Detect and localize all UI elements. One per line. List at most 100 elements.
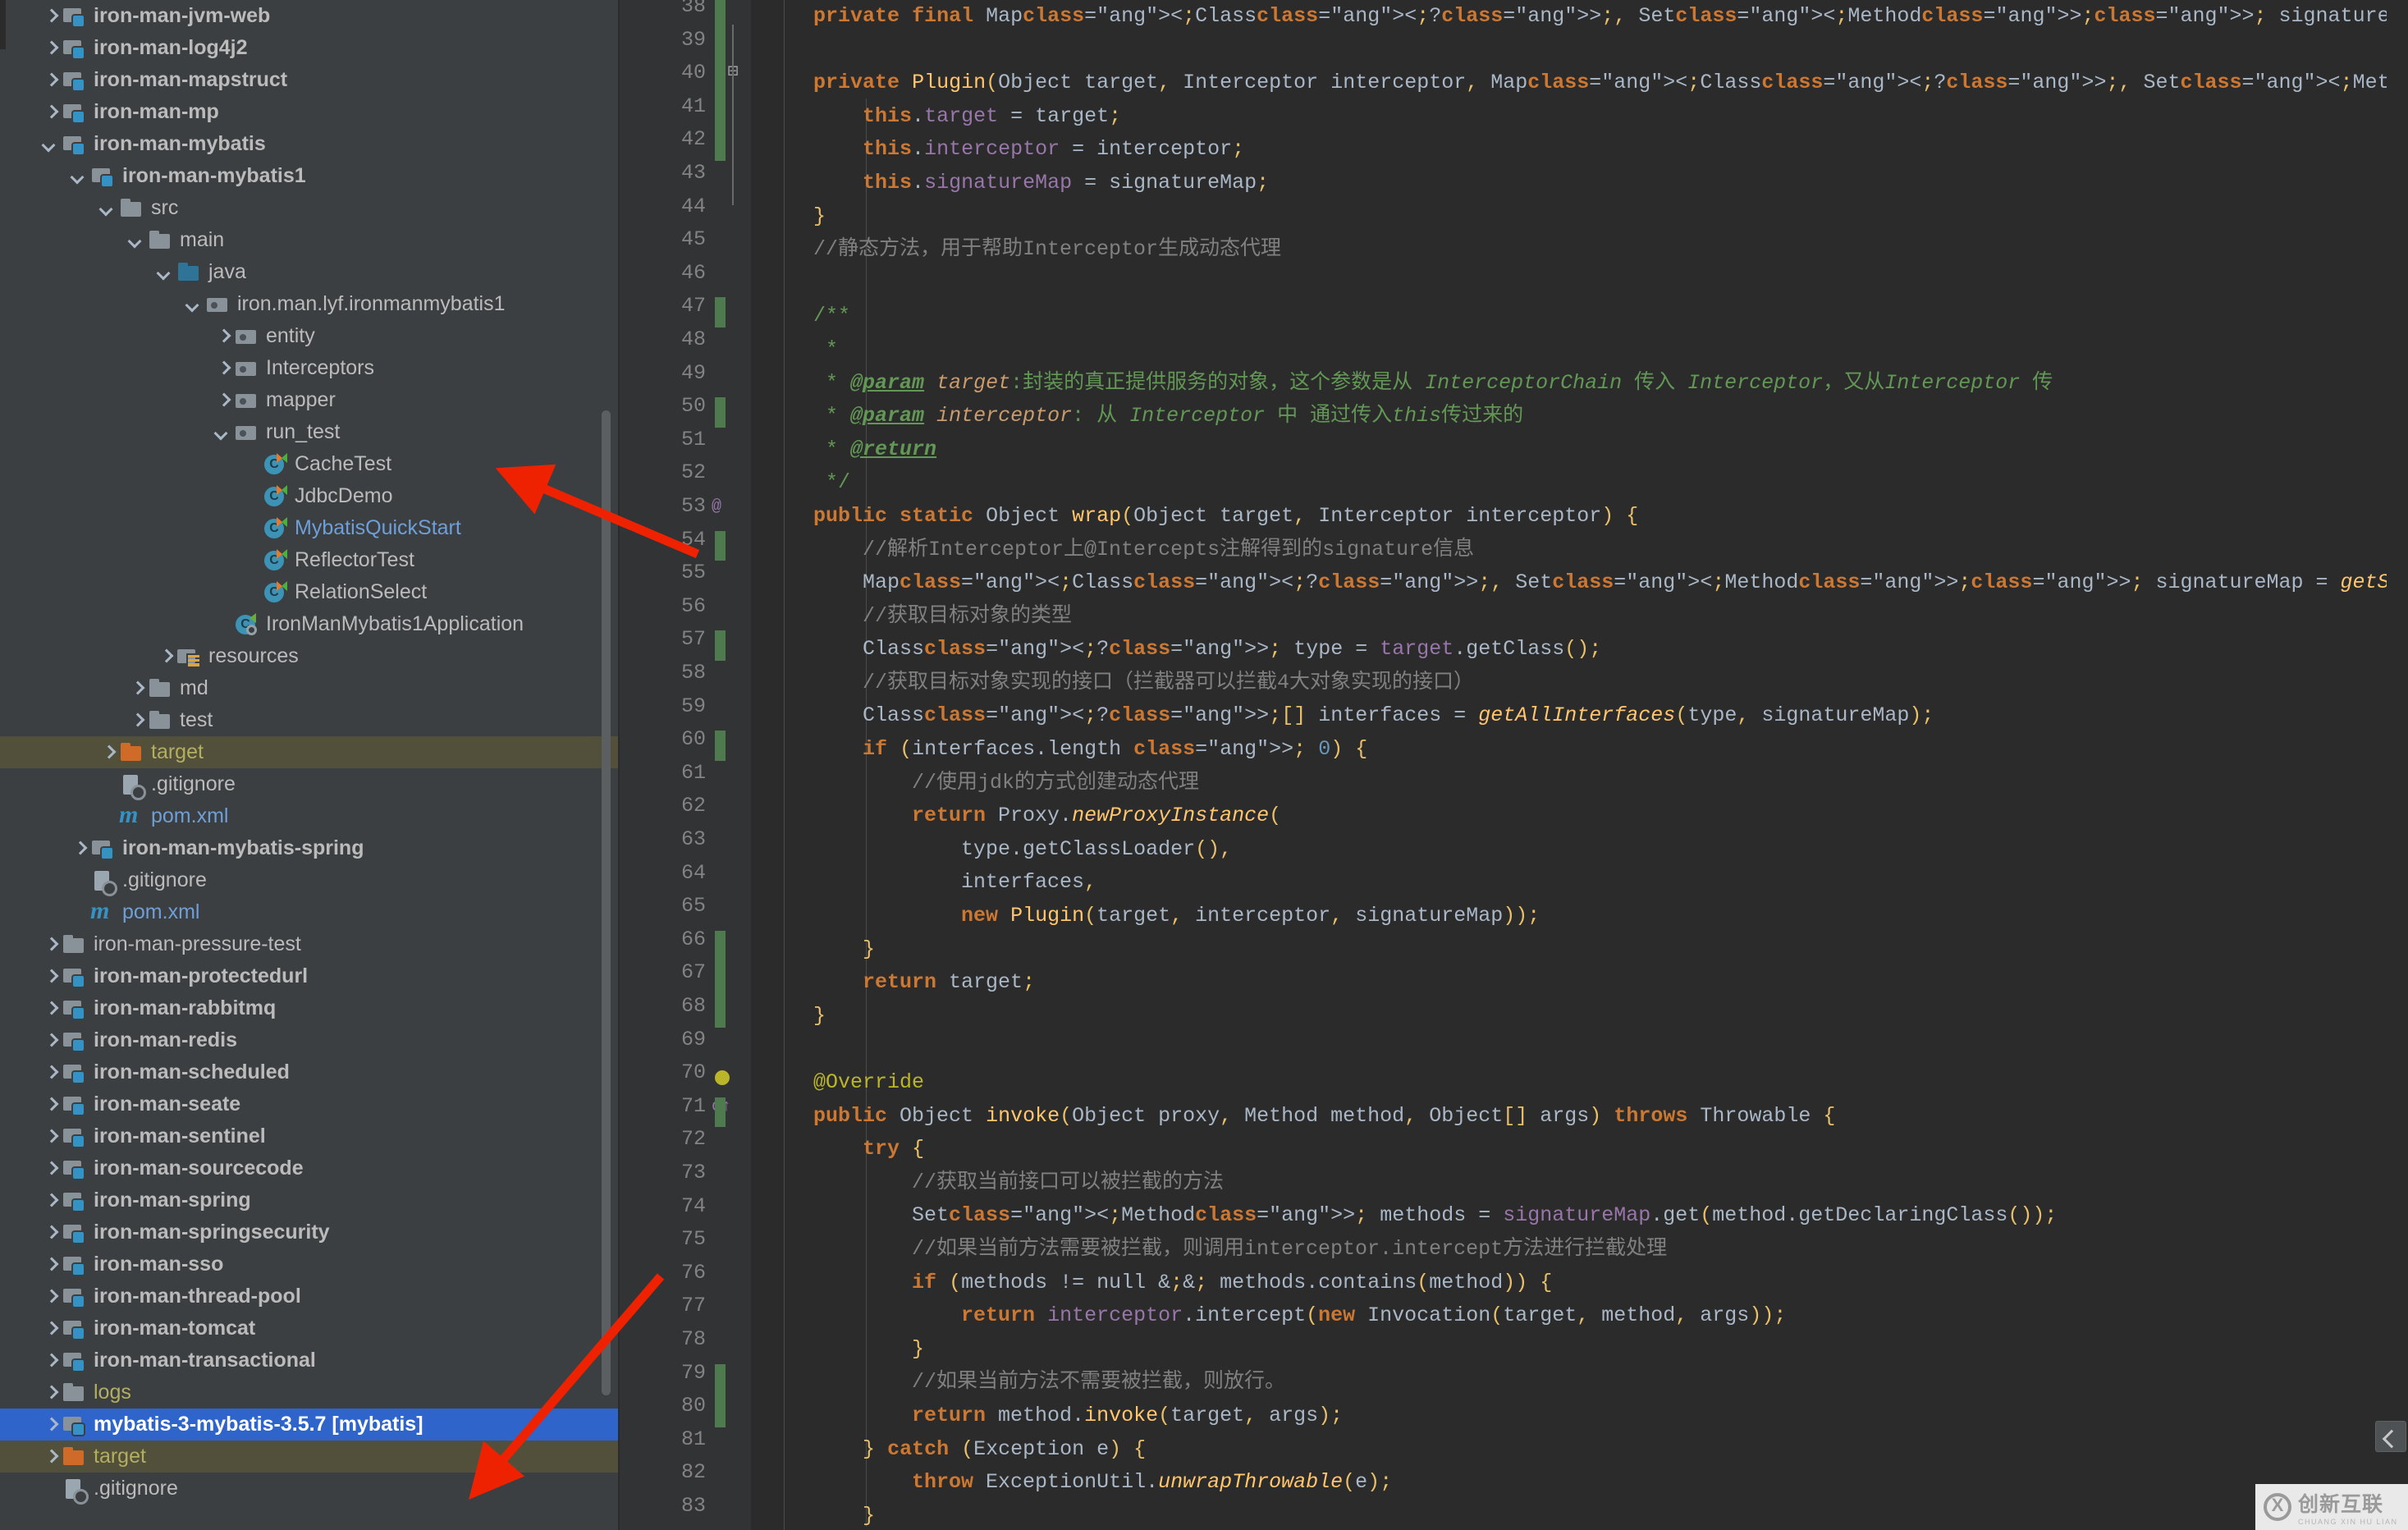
code-line[interactable]: public static Object wrap(Object target,… — [764, 500, 2408, 534]
intention-bulb-icon[interactable] — [715, 1070, 730, 1085]
expand-collapse-icon[interactable] — [2375, 1421, 2406, 1452]
chevron-right-icon[interactable] — [155, 646, 176, 667]
tree-item-target[interactable]: target — [0, 736, 618, 768]
chevron-right-icon[interactable] — [40, 1094, 62, 1115]
code-line[interactable]: /** — [764, 300, 2408, 333]
tree-item-iron-man-springsecurity[interactable]: iron-man-springsecurity — [0, 1216, 618, 1248]
code-line[interactable]: if (interfaces.length class="ang">>; 0) … — [764, 733, 2408, 767]
chevron-right-icon[interactable] — [40, 1350, 62, 1372]
code-line[interactable]: //解析Interceptor上@Intercepts注解得到的signatur… — [764, 534, 2408, 567]
code-line[interactable]: new Plugin(target, interceptor, signatur… — [764, 900, 2408, 933]
tree-item-gitignore[interactable]: .gitignore — [0, 1473, 618, 1505]
tree-item-test[interactable]: test — [0, 704, 618, 736]
code-line[interactable]: //如果当前方法需要被拦截，则调用interceptor.intercept方法… — [764, 1233, 2408, 1267]
chevron-right-icon[interactable] — [213, 358, 234, 379]
code-line[interactable]: } catch (Exception e) { — [764, 1433, 2408, 1467]
tree-item-logs[interactable]: logs — [0, 1377, 618, 1409]
chevron-down-icon[interactable] — [184, 294, 205, 315]
code-line[interactable]: return Proxy.newProxyInstance( — [764, 799, 2408, 833]
code-line[interactable]: public Object invoke(Object proxy, Metho… — [764, 1100, 2408, 1134]
chevron-right-icon[interactable] — [40, 934, 62, 955]
tree-item-pom-xml[interactable]: pom.xml — [0, 800, 618, 832]
chevron-right-icon[interactable] — [98, 742, 119, 763]
chevron-right-icon[interactable] — [40, 1222, 62, 1244]
chevron-right-icon[interactable] — [40, 966, 62, 987]
tree-item-reflectortest[interactable]: ReflectorTest — [0, 544, 618, 576]
code-line[interactable]: //如果当前方法不需要被拦截，则放行。 — [764, 1366, 2408, 1399]
chevron-down-icon[interactable] — [213, 422, 234, 443]
tree-item-iron-man-seate[interactable]: iron-man-seate — [0, 1088, 618, 1120]
source-code[interactable]: private final Mapclass="ang"><;Classclas… — [764, 0, 2408, 1530]
vcs-change-marker[interactable] — [715, 731, 726, 761]
code-line[interactable]: this.target = target; — [764, 100, 2408, 134]
code-line[interactable]: try { — [764, 1133, 2408, 1166]
tree-item-iron-man-log4j2[interactable]: iron-man-log4j2 — [0, 32, 618, 64]
project-tree[interactable]: iron-man-jvm-webiron-man-log4j2 iron-man-… — [0, 0, 618, 1505]
chevron-right-icon[interactable] — [40, 1190, 62, 1212]
tree-item-iron-man-mybatis[interactable]: iron-man-mybatis — [0, 128, 618, 160]
chevron-right-icon[interactable] — [40, 1254, 62, 1276]
tree-item-pom-xml[interactable]: pom.xml — [0, 896, 618, 928]
tree-item-gitignore[interactable]: .gitignore — [0, 864, 618, 896]
tree-item-main[interactable]: main — [0, 224, 618, 256]
chevron-right-icon[interactable] — [40, 6, 62, 27]
vcs-change-marker[interactable] — [715, 630, 726, 661]
tree-item-iron-man-mybatis-spring[interactable]: iron-man-mybatis-spring — [0, 832, 618, 864]
chevron-down-icon[interactable] — [40, 134, 62, 155]
code-line[interactable]: } — [764, 1500, 2408, 1530]
code-line[interactable]: } — [764, 200, 2408, 234]
chevron-right-icon[interactable] — [40, 1318, 62, 1340]
code-line[interactable] — [764, 267, 2408, 300]
code-line[interactable]: this.interceptor = interceptor; — [764, 133, 2408, 167]
sidebar-scrollbar[interactable] — [602, 410, 611, 1395]
code-line[interactable]: private Plugin(Object target, Intercepto… — [764, 66, 2408, 100]
tree-item-iron-man-pressure-test[interactable]: iron-man-pressure-test — [0, 928, 618, 960]
tree-item-iron-man-rabbitmq[interactable]: iron-man-rabbitmq — [0, 992, 618, 1024]
code-line[interactable]: @Override — [764, 1066, 2408, 1100]
chevron-right-icon[interactable] — [69, 838, 90, 859]
tree-item-iron-man-lyf-ironmanmybatis1[interactable]: iron.man.lyf.ironmanmybatis1 — [0, 288, 618, 320]
code-line[interactable]: Mapclass="ang"><;Classclass="ang"><;?cla… — [764, 566, 2408, 600]
tree-item-iron-man-transactional[interactable]: iron-man-transactional — [0, 1344, 618, 1377]
vcs-change-marker[interactable] — [715, 0, 726, 161]
tree-item-mybatisquickstart[interactable]: MybatisQuickStart — [0, 512, 618, 544]
code-line[interactable]: private final Mapclass="ang"><;Classclas… — [764, 0, 2408, 34]
chevron-right-icon[interactable] — [40, 70, 62, 91]
code-line[interactable]: throw ExceptionUtil.unwrapThrowable(e); — [764, 1466, 2408, 1500]
code-line[interactable]: Setclass="ang"><;Methodclass="ang">>; me… — [764, 1199, 2408, 1233]
vcs-change-marker[interactable] — [715, 1364, 726, 1427]
code-line[interactable]: return interceptor.intercept(new Invocat… — [764, 1299, 2408, 1333]
tree-item-md[interactable]: md — [0, 672, 618, 704]
tree-item-iron-man-thread-pool[interactable]: iron-man-thread-pool — [0, 1280, 618, 1312]
code-line[interactable]: type.getClassLoader(), — [764, 833, 2408, 867]
tree-item-iron-man-sentinel[interactable]: iron-man-sentinel — [0, 1120, 618, 1152]
code-line[interactable]: } — [764, 1333, 2408, 1367]
chevron-right-icon[interactable] — [40, 1126, 62, 1148]
tree-item-iron-man-tomcat[interactable]: iron-man-tomcat — [0, 1312, 618, 1344]
tree-item-iron-man-jvm-web[interactable]: iron-man-jvm-web — [0, 0, 618, 32]
tree-item-iron-man-spring[interactable]: iron-man-spring — [0, 1184, 618, 1216]
code-line[interactable]: interfaces, — [764, 866, 2408, 900]
vcs-change-marker[interactable] — [715, 931, 726, 1028]
tree-item-interceptors[interactable]: Interceptors — [0, 352, 618, 384]
code-line[interactable] — [764, 1033, 2408, 1066]
chevron-right-icon[interactable] — [40, 1382, 62, 1404]
tree-item-iron-man-sso[interactable]: iron-man-sso — [0, 1248, 618, 1280]
vcs-change-marker[interactable] — [715, 397, 726, 428]
chevron-right-icon[interactable] — [40, 1414, 62, 1436]
tree-item-iron-man-mp[interactable]: iron-man-mp — [0, 96, 618, 128]
tree-item-ironmanmybatis1application[interactable]: IronManMybatis1Application — [0, 608, 618, 640]
chevron-right-icon[interactable] — [40, 1062, 62, 1083]
tree-item-iron-man-protectedurl[interactable]: iron-man-protectedurl — [0, 960, 618, 992]
gutter-implements-icon[interactable]: @ — [712, 497, 733, 519]
tree-item-target[interactable]: target — [0, 1441, 618, 1473]
chevron-right-icon[interactable] — [126, 710, 148, 731]
code-line[interactable]: * @param target:封装的真正提供服务的对象，这个参数是从 Inte… — [764, 367, 2408, 401]
code-line[interactable]: */ — [764, 466, 2408, 500]
chevron-right-icon[interactable] — [40, 1446, 62, 1468]
tree-item-entity[interactable]: entity — [0, 320, 618, 352]
tree-item-relationselect[interactable]: RelationSelect — [0, 576, 618, 608]
code-line[interactable]: * — [764, 333, 2408, 367]
vcs-change-marker[interactable] — [715, 1097, 726, 1128]
code-line[interactable]: * @return — [764, 433, 2408, 467]
